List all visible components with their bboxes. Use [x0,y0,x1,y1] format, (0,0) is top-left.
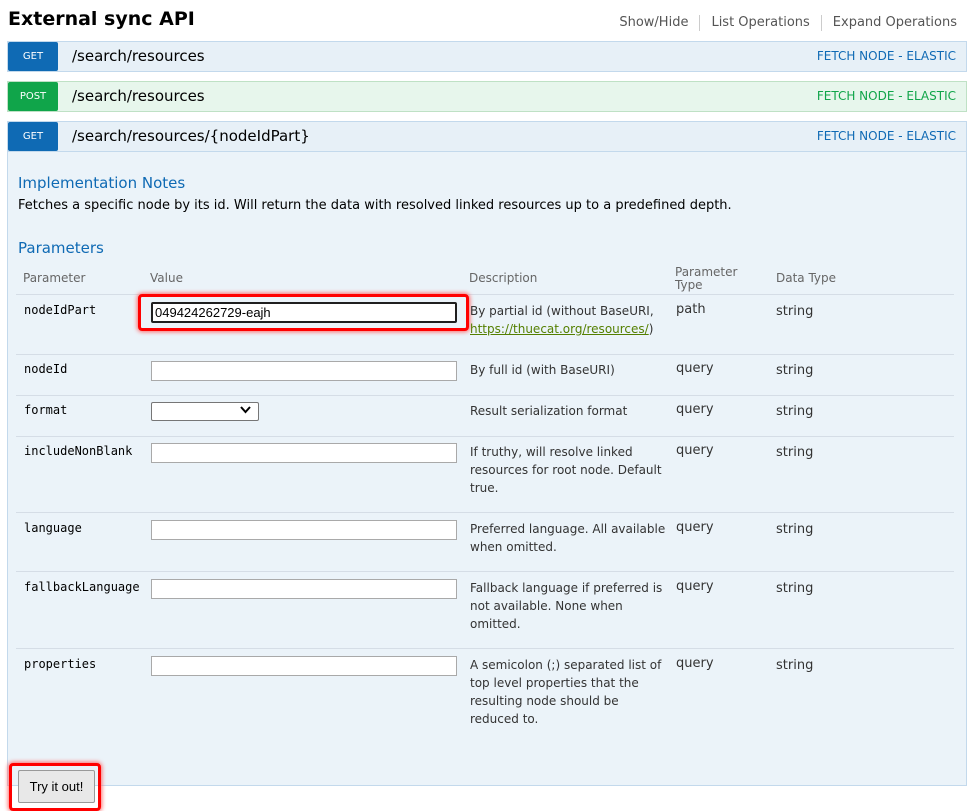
param-data-type: string [776,581,814,596]
param-description-line: Fallback language if preferred is [470,581,663,595]
param-name: language [24,521,82,535]
operation-path[interactable]: /search/resources [72,87,205,105]
header-links: Show/Hide List Operations Expand Operati… [608,15,957,31]
column-header-value: Value [150,271,183,285]
nodeidpart-input[interactable]: 049424262729-eajh [151,302,457,323]
param-name: nodeId [24,362,68,376]
param-description: By full id (with BaseURI) [470,363,615,377]
param-name: fallbackLanguage [24,580,140,594]
column-header-description: Description [469,271,538,285]
param-description: Result serialization format [470,404,628,418]
param-description: Fallback language if preferred is not av… [470,579,666,633]
param-type: query [676,443,714,458]
row-divider [16,436,954,437]
operation-heading[interactable]: GET /search/resources FETCH NODE - ELAST… [8,42,966,71]
operation-get-search-resources-nodeidpart: GET /search/resources/{nodeIdPart} FETCH… [7,121,967,811]
param-data-type: string [776,658,814,673]
param-description-text: By partial id (without BaseURI, [470,304,654,318]
operation-tag[interactable]: FETCH NODE - ELASTIC [817,49,956,63]
param-type: path [676,302,706,317]
param-name: nodeIdPart [24,303,97,317]
param-type: query [676,579,714,594]
api-header: External sync API Show/Hide List Operati… [0,0,977,42]
param-type: query [676,402,714,417]
implementation-notes-heading: Implementation Notes [18,174,186,192]
operation-post-search-resources: POST /search/resources FETCH NODE - ELAS… [7,81,967,112]
expand-operations-link[interactable]: Expand Operations [822,15,957,31]
param-type: query [676,361,714,376]
param-description-line: not available. None when [470,599,623,613]
param-description-line: reduced to. [470,712,539,726]
row-divider [16,395,954,396]
param-description: By partial id (without BaseURI, https://… [470,302,666,338]
param-description-line: top level properties that the [470,676,639,690]
row-divider [16,648,954,649]
param-description-close: ) [648,322,654,336]
param-name: includeNonBlank [24,444,133,458]
param-name: properties [24,657,97,671]
param-type: query [676,520,714,535]
param-description-line: A semicolon (;) separated list of [470,658,662,672]
param-description-line: Preferred language. All available [470,522,666,536]
operation-tag[interactable]: FETCH NODE - ELASTIC [817,129,956,143]
param-name: format [24,403,68,417]
operation-path[interactable]: /search/resources/{nodeIdPart} [72,127,310,145]
operation-heading[interactable]: GET /search/resources/{nodeIdPart} FETCH… [8,122,966,151]
implementation-notes-text: Fetches a specific node by its id. Will … [18,198,732,213]
param-description: If truthy, will resolve linked resources… [470,443,666,497]
param-description-line: If truthy, will resolve linked [470,445,633,459]
operation-get-search-resources: GET /search/resources FETCH NODE - ELAST… [7,41,967,72]
param-data-type: string [776,404,814,419]
param-description-link-line: https://thuecat.org/resources/) [470,320,666,338]
method-badge-post[interactable]: POST [8,82,58,111]
table-header-divider [16,294,954,295]
method-badge-get[interactable]: GET [8,42,58,71]
properties-input[interactable] [151,656,457,676]
param-data-type: string [776,304,814,319]
operation-path[interactable]: /search/resources [72,47,205,65]
includenonblank-input[interactable] [151,443,457,463]
param-type: query [676,656,714,671]
row-divider [16,354,954,355]
param-description-line: when omitted. [470,540,557,554]
operation-heading[interactable]: POST /search/resources FETCH NODE - ELAS… [8,82,966,111]
column-header-parameter: Parameter [23,271,86,285]
parameters-heading: Parameters [18,239,104,257]
param-description: Preferred language. All available when o… [470,520,666,556]
param-description-line: resources for root node. Default [470,463,662,477]
api-title: External sync API [8,8,195,30]
param-description: A semicolon (;) separated list of top le… [470,656,666,728]
language-input[interactable] [151,520,457,540]
param-description-line: resulting node should be [470,694,619,708]
show-hide-link[interactable]: Show/Hide [608,15,701,31]
row-divider [16,512,954,513]
param-data-type: string [776,363,814,378]
param-data-type: string [776,522,814,537]
column-header-parameter-type-line2: Type [675,278,703,292]
row-divider [16,571,954,572]
fallbacklanguage-input[interactable] [151,579,457,599]
try-it-out-button[interactable]: Try it out! [18,770,95,803]
thuecat-resources-link[interactable]: https://thuecat.org/resources/ [470,322,649,336]
param-description-line: true. [470,481,499,495]
param-data-type: string [776,445,814,460]
operation-details: Implementation Notes Fetches a specific … [8,151,966,811]
column-header-data-type: Data Type [776,271,837,285]
method-badge-get[interactable]: GET [8,122,58,151]
operation-tag[interactable]: FETCH NODE - ELASTIC [817,89,956,103]
column-header-parameter-type: Parameter Type [675,266,737,292]
param-description-line: omitted. [470,617,521,631]
list-operations-link[interactable]: List Operations [700,15,822,31]
nodeid-input[interactable] [151,361,457,381]
